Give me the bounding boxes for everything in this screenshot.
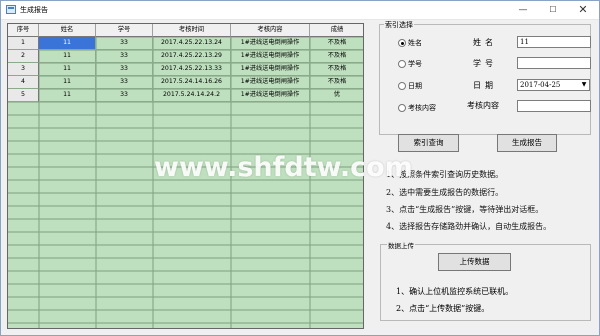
table-cell-score[interactable]: 优 [310, 89, 363, 102]
name-input[interactable]: 11 [517, 36, 591, 48]
student-id-input[interactable] [517, 57, 591, 69]
header-exam-content: 考核内容 [231, 24, 310, 37]
header-score: 成绩 [310, 24, 363, 37]
upload-data-button[interactable]: 上传数据 [438, 253, 511, 271]
maximize-button[interactable]: ☐ [539, 1, 567, 19]
table-cell-name[interactable]: 11 [39, 37, 96, 50]
table-cell-time[interactable]: 2017.4.25.22.13.33 [153, 63, 231, 76]
row-header[interactable]: 5 [8, 89, 39, 102]
table-cell-id[interactable]: 33 [96, 76, 153, 89]
table-cell-score[interactable]: 不及格 [310, 37, 363, 50]
content-label: 考核内容 [467, 101, 499, 110]
name-label: 姓名 [473, 38, 497, 47]
table-cell-time[interactable]: 2017.5.24.14.24.2 [153, 89, 231, 102]
table-cell-id[interactable]: 33 [96, 89, 153, 102]
date-value: 2017-04-25 [520, 81, 561, 89]
table-cell-content[interactable]: 1#进线送电倒闸操作 [231, 76, 310, 89]
chevron-down-icon[interactable]: ▼ [580, 81, 588, 89]
header-serial: 序号 [8, 24, 39, 37]
instruction-item: 2、选中需要生成报告的数据行。 [386, 188, 504, 197]
query-button[interactable]: 索引查询 [398, 134, 459, 152]
minimize-button[interactable]: — [509, 1, 537, 19]
instruction-item: 4、选择报告存储路劲并确认，自动生成报告。 [386, 222, 552, 231]
student-id-label: 学号 [473, 59, 497, 68]
site-watermark: www.shfdtw.com [154, 152, 413, 183]
close-button[interactable]: ✕ [569, 1, 597, 19]
radio-date[interactable] [398, 82, 406, 90]
table-cell-score[interactable]: 不及格 [310, 76, 363, 89]
row-header[interactable]: 2 [8, 50, 39, 63]
table-cell-name[interactable]: 11 [39, 50, 96, 63]
radio-name[interactable] [398, 39, 406, 47]
radio-name-label: 姓名 [408, 39, 422, 47]
row-header[interactable]: 4 [8, 76, 39, 89]
title-bar: 生成报告 — ☐ ✕ [1, 1, 599, 20]
table-cell-content[interactable]: 1#进线送电倒闸操作 [231, 37, 310, 50]
table-cell-id[interactable]: 33 [96, 63, 153, 76]
window-title: 生成报告 [20, 6, 48, 14]
row-header[interactable]: 1 [8, 37, 39, 50]
generate-report-button[interactable]: 生成报告 [497, 134, 557, 152]
upload-note: 2、点击“上传数据”按键。 [396, 304, 490, 313]
table-cell-id[interactable]: 33 [96, 50, 153, 63]
table-cell-name[interactable]: 11 [39, 76, 96, 89]
table-cell-time[interactable]: 2017.5.24.14.16.26 [153, 76, 231, 89]
table-cell-content[interactable]: 1#进线送电倒闸操作 [231, 50, 310, 63]
table-cell-name[interactable]: 11 [39, 63, 96, 76]
radio-date-label: 日期 [408, 82, 422, 90]
radio-student-id[interactable] [398, 60, 406, 68]
content-input[interactable] [517, 100, 591, 112]
radio-content[interactable] [398, 104, 406, 112]
date-label: 日期 [473, 81, 497, 90]
table-cell-name[interactable]: 11 [39, 89, 96, 102]
row-header[interactable]: 3 [8, 63, 39, 76]
radio-content-label: 考核内容 [408, 104, 436, 112]
table-cell-score[interactable]: 不及格 [310, 50, 363, 63]
search-group-title: 索引选择 [384, 20, 414, 30]
report-window-icon [6, 5, 16, 14]
report-window: 生成报告 — ☐ ✕ 序号 姓名 学号 考核时间 考核内容 成绩 1 11 33… [0, 0, 600, 336]
table-cell-score[interactable]: 不及格 [310, 63, 363, 76]
date-picker[interactable]: 2017-04-25 ▼ [517, 79, 590, 91]
instruction-item: 3、点击“生成报告”按键，等待弹出对话框。 [386, 205, 544, 214]
table-cell-content[interactable]: 1#进线送电倒闸操作 [231, 63, 310, 76]
radio-student-id-label: 学号 [408, 60, 422, 68]
header-name: 姓名 [39, 24, 96, 37]
table-cell-time[interactable]: 2017.4.25.22.13.29 [153, 50, 231, 63]
upload-note: 1、确认上位机监控系统已联机。 [396, 287, 514, 296]
table-cell-id[interactable]: 33 [96, 37, 153, 50]
header-student-id: 学号 [96, 24, 153, 37]
table-cell-time[interactable]: 2017.4.25.22.13.24 [153, 37, 231, 50]
table-cell-content[interactable]: 1#进线送电倒闸操作 [231, 89, 310, 102]
upload-group-title: 数据上传 [387, 240, 415, 250]
header-exam-time: 考核时间 [153, 24, 231, 37]
